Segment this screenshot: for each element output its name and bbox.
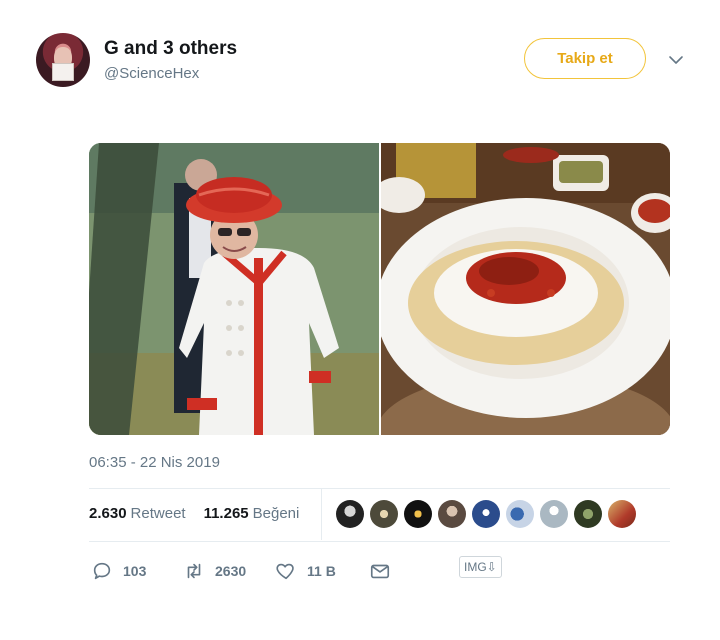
like-count: 11 B bbox=[307, 563, 336, 579]
stats-divider bbox=[321, 489, 322, 540]
direct-message-button[interactable] bbox=[369, 560, 391, 582]
photo-queen[interactable] bbox=[89, 143, 379, 435]
envelope-icon bbox=[370, 564, 390, 579]
manti-illustration bbox=[381, 143, 670, 435]
heart-icon bbox=[276, 563, 294, 580]
reply-count: 103 bbox=[123, 563, 147, 579]
chevron-down-icon[interactable] bbox=[668, 52, 684, 68]
liker-avatar[interactable] bbox=[608, 500, 636, 528]
liker-avatar[interactable] bbox=[472, 500, 500, 528]
tweet-stats: 2.630 Retweet 11.265 Beğeni bbox=[89, 505, 299, 522]
liker-avatar[interactable] bbox=[404, 500, 432, 528]
reply-icon bbox=[93, 562, 111, 580]
author-display-name[interactable]: G and 3 others bbox=[104, 38, 237, 60]
retweet-button[interactable]: 2630 bbox=[183, 560, 246, 582]
reply-button[interactable]: 103 bbox=[91, 560, 146, 582]
liker-avatar[interactable] bbox=[506, 500, 534, 528]
tweet-media[interactable] bbox=[89, 143, 670, 435]
photo-manti[interactable] bbox=[381, 143, 670, 435]
liker-avatar[interactable] bbox=[438, 500, 466, 528]
avatar-card bbox=[52, 63, 74, 81]
likes-label[interactable]: Beğeni bbox=[253, 505, 300, 522]
liker-avatar[interactable] bbox=[336, 500, 364, 528]
author-handle[interactable]: @ScienceHex bbox=[104, 65, 199, 82]
image-download-button[interactable]: IMG⇩ bbox=[459, 556, 502, 578]
liker-avatar[interactable] bbox=[370, 500, 398, 528]
retweets-label[interactable]: Retweet bbox=[131, 505, 186, 522]
tweet-timestamp[interactable]: 06:35 - 22 Nis 2019 bbox=[89, 454, 220, 471]
divider-bottom bbox=[89, 541, 670, 542]
queen-illustration bbox=[89, 143, 379, 435]
retweet-count: 2630 bbox=[215, 563, 247, 579]
liker-avatars bbox=[336, 500, 636, 528]
liker-avatar[interactable] bbox=[574, 500, 602, 528]
follow-button[interactable]: Takip et bbox=[524, 38, 646, 79]
retweet-icon bbox=[187, 563, 201, 579]
retweets-count[interactable]: 2.630 bbox=[89, 505, 127, 522]
likes-count[interactable]: 11.265 bbox=[204, 505, 249, 522]
like-button[interactable]: 11 B bbox=[275, 560, 336, 582]
author-avatar[interactable] bbox=[36, 33, 90, 87]
divider-top bbox=[89, 488, 670, 489]
liker-avatar[interactable] bbox=[540, 500, 568, 528]
